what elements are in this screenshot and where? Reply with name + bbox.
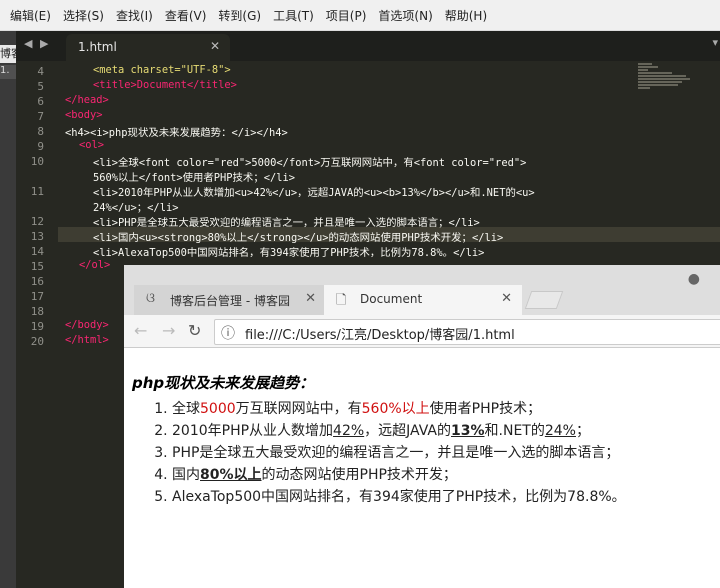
list-item: 全球5000万互联网网站中，有560%以上使用者PHP技术； — [172, 398, 720, 420]
code-line-12: <li>PHP是全球五大最受欢迎的编程语言之一，并且是唯一入选的脚本语言；</l… — [93, 217, 480, 229]
code-line-14: <li>AlexaTop500中国网站排名，有394家使用了PHP技术，比例为7… — [93, 247, 485, 259]
address-bar[interactable]: ⓘ file:///C:/Users/江亮/Desktop/博客园/1.html — [214, 319, 720, 345]
browser-tab-label: Document — [360, 292, 423, 306]
code-line-19: </body> — [65, 319, 109, 331]
item-text: 全球 — [172, 401, 200, 417]
line-number: 4 — [37, 65, 44, 78]
forward-icon[interactable]: → — [162, 321, 175, 340]
line-number: 8 — [37, 125, 44, 138]
item-highlight: 560%以上 — [361, 401, 430, 417]
file-icon: 🗋 — [336, 293, 347, 308]
code-line-15: </ol> — [79, 259, 111, 271]
line-number: 15 — [30, 260, 44, 273]
menu-preferences[interactable]: 首选项(N) — [376, 7, 434, 24]
list-item: 2010年PHP从业人数增加42%，远超JAVA的13%和.NET的24%； — [172, 420, 720, 442]
code-line-6: </head> — [65, 94, 109, 106]
line-number-gutter: 4 5 6 7 8 9 10 11 12 13 14 15 16 17 18 1… — [16, 61, 58, 588]
minimap[interactable] — [636, 61, 696, 101]
code-line-10a: <li>全球<font color="red">5000</font>万互联网网… — [93, 157, 527, 169]
blog-favicon-icon: ଓ — [146, 291, 155, 306]
code-line-11b: 24%</u>；</li> — [93, 202, 179, 214]
url-text: file:///C:/Users/江亮/Desktop/博客园/1.html — [245, 328, 515, 343]
browser-tab-label: 博客后台管理 - 博客园 — [170, 294, 290, 308]
sidebar-window-title[interactable]: 博客园 — [0, 45, 16, 63]
line-number: 6 — [37, 95, 44, 108]
menu-help[interactable]: 帮助(H) — [443, 7, 489, 24]
editor-tab-label: 1.html — [78, 40, 117, 54]
page-heading: php现状及未来发展趋势： — [132, 374, 315, 392]
menu-tools[interactable]: 工具(T) — [271, 7, 316, 24]
item-underline: 24% — [544, 423, 576, 439]
editor-tab-bar: ◀ ▶ 1.html ✕ ▾ — [16, 31, 720, 61]
menu-view[interactable]: 查看(V) — [163, 7, 209, 24]
item-text: ，远超JAVA的 — [364, 423, 451, 439]
sidebar-strip: 博客园 1. — [0, 31, 16, 588]
code-line-20: </html> — [65, 334, 109, 346]
line-number: 17 — [30, 290, 44, 303]
new-tab-button[interactable] — [524, 291, 564, 309]
line-number: 13 — [30, 230, 44, 243]
close-icon[interactable]: ✕ — [210, 39, 220, 53]
chevron-right-icon[interactable]: ▶ — [40, 37, 48, 50]
line-number: 11 — [30, 185, 44, 198]
back-icon[interactable]: ← — [134, 321, 147, 340]
item-highlight: 5000 — [200, 401, 236, 417]
line-number: 9 — [37, 140, 44, 153]
item-text: 万互联网网站中，有 — [235, 401, 362, 417]
code-line-8: <h4><i>php现状及未来发展趋势：</i></h4> — [65, 127, 288, 139]
item-bold-underline: 13% — [451, 423, 485, 439]
php-facts-list: 全球5000万互联网网站中，有560%以上使用者PHP技术； 2010年PHP从… — [124, 398, 720, 508]
line-number: 5 — [37, 80, 44, 93]
list-item: AlexaTop500中国网站排名，有394家使用了PHP技术，比例为78.8%… — [172, 486, 720, 508]
menu-goto[interactable]: 转到(G) — [216, 7, 263, 24]
code-line-7: <body> — [65, 109, 103, 121]
line-number: 14 — [30, 245, 44, 258]
code-line-13: <li>国内<u><strong>80%以上</strong></u>的动态网站… — [93, 232, 504, 244]
item-text: 国内 — [172, 467, 200, 483]
menu-find[interactable]: 查找(I) — [114, 7, 155, 24]
menu-select[interactable]: 选择(S) — [61, 7, 106, 24]
menu-edit[interactable]: 编辑(E) — [8, 7, 53, 24]
browser-tab-strip: ଓ 博客后台管理 - 博客园 ✕ 🗋 Document ✕ ● — [124, 265, 720, 315]
sidebar-tab-number[interactable]: 1. — [0, 65, 16, 79]
code-line-4: <meta charset="UTF-8"> — [93, 64, 231, 76]
item-text: 的动态网站使用PHP技术开发； — [261, 467, 457, 483]
browser-window: ଓ 博客后台管理 - 博客园 ✕ 🗋 Document ✕ ● ← → ↻ ⓘ … — [124, 265, 720, 588]
user-icon[interactable]: ● — [688, 271, 700, 287]
item-text: 和.NET的 — [484, 423, 545, 439]
menu-project[interactable]: 项目(P) — [324, 7, 369, 24]
item-text: ； — [575, 423, 590, 439]
line-number: 19 — [30, 320, 44, 333]
browser-toolbar: ← → ↻ ⓘ file:///C:/Users/江亮/Desktop/博客园/… — [124, 315, 720, 348]
browser-tab-blog-admin[interactable]: ଓ 博客后台管理 - 博客园 ✕ — [134, 285, 326, 315]
line-number: 18 — [30, 305, 44, 318]
info-icon[interactable]: ⓘ — [221, 323, 235, 343]
page-content: php现状及未来发展趋势： 全球5000万互联网网站中，有560%以上使用者PH… — [124, 348, 720, 588]
close-icon[interactable]: ✕ — [305, 291, 316, 306]
code-line-9: <ol> — [79, 139, 105, 151]
tab-dropdown-icon[interactable]: ▾ — [712, 36, 718, 49]
close-icon[interactable]: ✕ — [501, 291, 512, 306]
list-item: 国内80%以上的动态网站使用PHP技术开发； — [172, 464, 720, 486]
code-line-10b: 560%以上</font>使用者PHP技术；</li> — [93, 172, 295, 184]
item-underline: 42% — [333, 423, 365, 439]
item-text: 2010年PHP从业人数增加 — [172, 423, 334, 439]
chevron-left-icon[interactable]: ◀ — [24, 37, 32, 50]
editor-tab-1-html[interactable]: 1.html ✕ — [66, 34, 230, 61]
item-text: 使用者PHP技术； — [429, 401, 542, 417]
browser-tab-document[interactable]: 🗋 Document ✕ — [324, 285, 522, 315]
line-number: 12 — [30, 215, 44, 228]
list-item: PHP是全球五大最受欢迎的编程语言之一，并且是唯一入选的脚本语言； — [172, 442, 720, 464]
code-line-11a: <li>2010年PHP从业人数增加<u>42%</u>，远超JAVA的<u><… — [93, 187, 535, 199]
item-bold-underline: 80%以上 — [200, 467, 262, 483]
code-line-5: <title>Document</title> — [93, 79, 237, 91]
line-number: 7 — [37, 110, 44, 123]
line-number: 10 — [30, 155, 44, 168]
reload-icon[interactable]: ↻ — [188, 321, 201, 340]
line-number: 16 — [30, 275, 44, 288]
menu-bar: 编辑(E) 选择(S) 查找(I) 查看(V) 转到(G) 工具(T) 项目(P… — [0, 0, 720, 31]
line-number: 20 — [30, 335, 44, 348]
